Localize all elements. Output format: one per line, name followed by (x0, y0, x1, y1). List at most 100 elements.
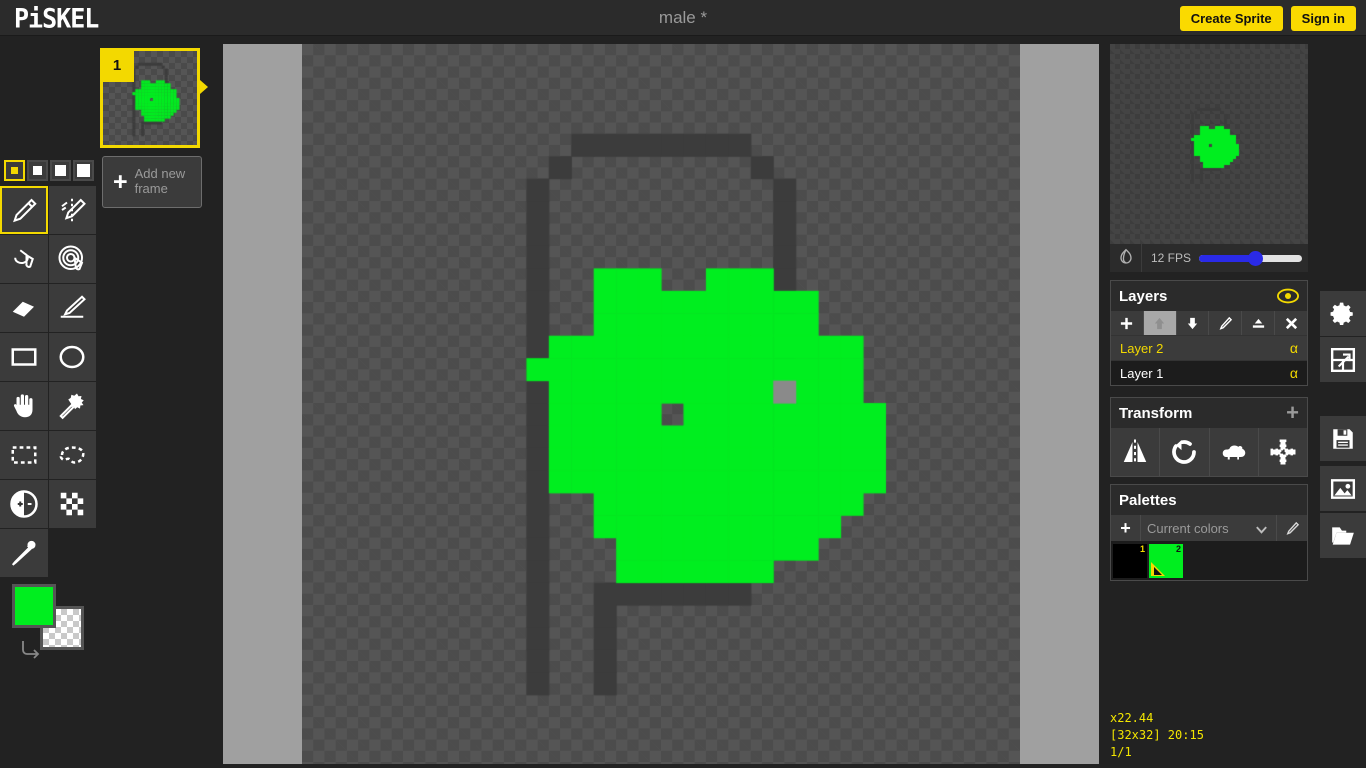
settings-button[interactable] (1320, 291, 1366, 337)
pen-size-3[interactable] (50, 160, 71, 181)
palettes-panel: Palettes + Current colors 1 2 (1110, 484, 1308, 581)
palette-select[interactable]: Current colors (1141, 515, 1277, 541)
move-layer-down-button[interactable] (1177, 311, 1210, 335)
sign-in-button[interactable]: Sign in (1290, 6, 1356, 31)
edit-palette-button[interactable] (1277, 515, 1307, 541)
paint-all-similar-pixels-tool[interactable] (48, 235, 96, 283)
color-picker-swatches (12, 584, 98, 659)
header-buttons: Create Sprite Sign in (1179, 6, 1356, 31)
layer-name: Layer 1 (1120, 365, 1164, 381)
rectangle-tool[interactable] (0, 333, 48, 381)
frames-list: 1 + Add new frame (100, 36, 223, 768)
transform-panel: Transform + (1110, 397, 1308, 477)
left-tool-column (0, 36, 100, 768)
create-palette-button[interactable]: + (1111, 515, 1141, 541)
transform-buttons (1111, 428, 1307, 476)
center-button[interactable] (1258, 428, 1307, 476)
export-image-button[interactable] (1320, 466, 1366, 512)
fps-slider-fill (1199, 254, 1253, 262)
lighten-tool[interactable] (48, 382, 96, 430)
app-header: PiSKEL male * Create Sprite Sign in (0, 0, 1366, 36)
preview-controls: 12 FPS (1110, 244, 1308, 272)
primary-color-swatch[interactable] (12, 584, 56, 628)
color-picker-tool[interactable] (0, 529, 48, 577)
palette-swatch-selected-indicator (1151, 561, 1165, 576)
palettes-panel-header: Palettes (1111, 485, 1307, 515)
move-tool[interactable] (0, 382, 48, 430)
frame-counter: 1/1 (1110, 745, 1132, 759)
layer-opacity[interactable]: α (1290, 340, 1298, 356)
tool-palette (0, 186, 97, 578)
status-readout: x22.44 [32x32] 20:15 1/1 (1110, 710, 1204, 761)
dimensions-and-cursor: [32x32] 20:15 (1110, 728, 1204, 742)
right-panel-column: 12 FPS Layers Layer 2 α Layer 1 α Transf… (1099, 36, 1319, 768)
add-new-frame-label: Add new frame (134, 166, 186, 196)
fps-label: 12 FPS (1151, 251, 1192, 265)
palette-select-value: Current colors (1147, 520, 1229, 536)
dithering-tool[interactable] (48, 480, 96, 528)
swap-colors-button[interactable] (18, 638, 44, 660)
sheep-icon[interactable] (1209, 428, 1259, 476)
layers-panel: Layers Layer 2 α Layer 1 α (1110, 280, 1308, 386)
animation-preview[interactable] (1110, 44, 1308, 244)
pen-size-1[interactable] (4, 160, 25, 181)
zoom-level: x22.44 (1110, 711, 1154, 725)
main-drawing-canvas[interactable] (302, 44, 1020, 762)
vertical-mirror-pen-tool[interactable] (48, 186, 96, 234)
layer-item-2[interactable]: Layer 2 α (1111, 335, 1307, 360)
eye-icon[interactable] (1277, 288, 1299, 304)
frame-number: 1 (100, 48, 134, 82)
animation-preview-canvas (1110, 44, 1308, 244)
save-button[interactable] (1320, 416, 1366, 462)
right-icon-bar (1320, 36, 1366, 768)
flip-horizontal-button[interactable] (1111, 428, 1161, 476)
rotate-button[interactable] (1160, 428, 1210, 476)
palette-swatch-2[interactable]: 2 (1149, 543, 1183, 578)
palette-swatch-1[interactable]: 1 (1113, 543, 1147, 578)
open-folder-button[interactable] (1320, 513, 1366, 559)
paint-bucket-tool[interactable] (0, 235, 48, 283)
frame-thumbnail-1[interactable]: 1 (100, 48, 200, 148)
document-title: male * (658, 8, 708, 27)
delete-layer-button[interactable] (1275, 311, 1307, 335)
transform-title: Transform (1119, 404, 1193, 422)
palette-swatch-index: 2 (1175, 543, 1181, 554)
transform-panel-header: Transform + (1111, 398, 1307, 428)
plus-icon: + (113, 167, 128, 196)
layers-panel-header: Layers (1111, 281, 1307, 311)
piskel-app: PiSKEL male * Create Sprite Sign in 1 + … (0, 0, 1366, 768)
resize-button[interactable] (1320, 337, 1366, 383)
drawing-stage[interactable] (223, 44, 1099, 764)
pen-size-2[interactable] (27, 160, 48, 181)
transform-add-icon[interactable]: + (1286, 402, 1299, 424)
pen-size-4[interactable] (73, 160, 94, 181)
layer-action-buttons (1111, 311, 1307, 335)
stroke-tool[interactable] (48, 284, 96, 332)
fps-slider[interactable] (1199, 250, 1302, 266)
layer-name: Layer 2 (1120, 340, 1164, 356)
onion-skin-icon[interactable] (1110, 244, 1142, 272)
rename-layer-button[interactable] (1209, 311, 1243, 335)
layers-title: Layers (1119, 287, 1168, 305)
palettes-title: Palettes (1119, 491, 1177, 509)
move-layer-up-button[interactable] (1143, 311, 1177, 335)
palette-swatch-index: 1 (1139, 543, 1145, 554)
lasso-select-tool[interactable] (48, 431, 96, 479)
pen-size-selector (4, 160, 94, 181)
circle-tool[interactable] (48, 333, 96, 381)
layer-opacity[interactable]: α (1290, 365, 1298, 381)
fps-slider-knob[interactable] (1248, 250, 1264, 266)
eraser-tool[interactable] (0, 284, 48, 332)
create-sprite-button[interactable]: Create Sprite (1179, 6, 1283, 31)
pen-tool[interactable] (0, 186, 48, 234)
add-new-frame-button[interactable]: + Add new frame (102, 156, 202, 208)
palette-toolbar: + Current colors (1111, 515, 1307, 541)
merge-layer-button[interactable] (1242, 311, 1276, 335)
layer-item-1[interactable]: Layer 1 α (1111, 360, 1307, 385)
palette-swatch-list: 1 2 (1111, 541, 1307, 580)
shape-select-tool[interactable] (0, 480, 48, 528)
chevron-down-icon (1254, 522, 1269, 540)
add-layer-button[interactable] (1111, 311, 1144, 335)
rectangle-select-tool[interactable] (0, 431, 48, 479)
frame-selected-arrow (200, 80, 208, 94)
